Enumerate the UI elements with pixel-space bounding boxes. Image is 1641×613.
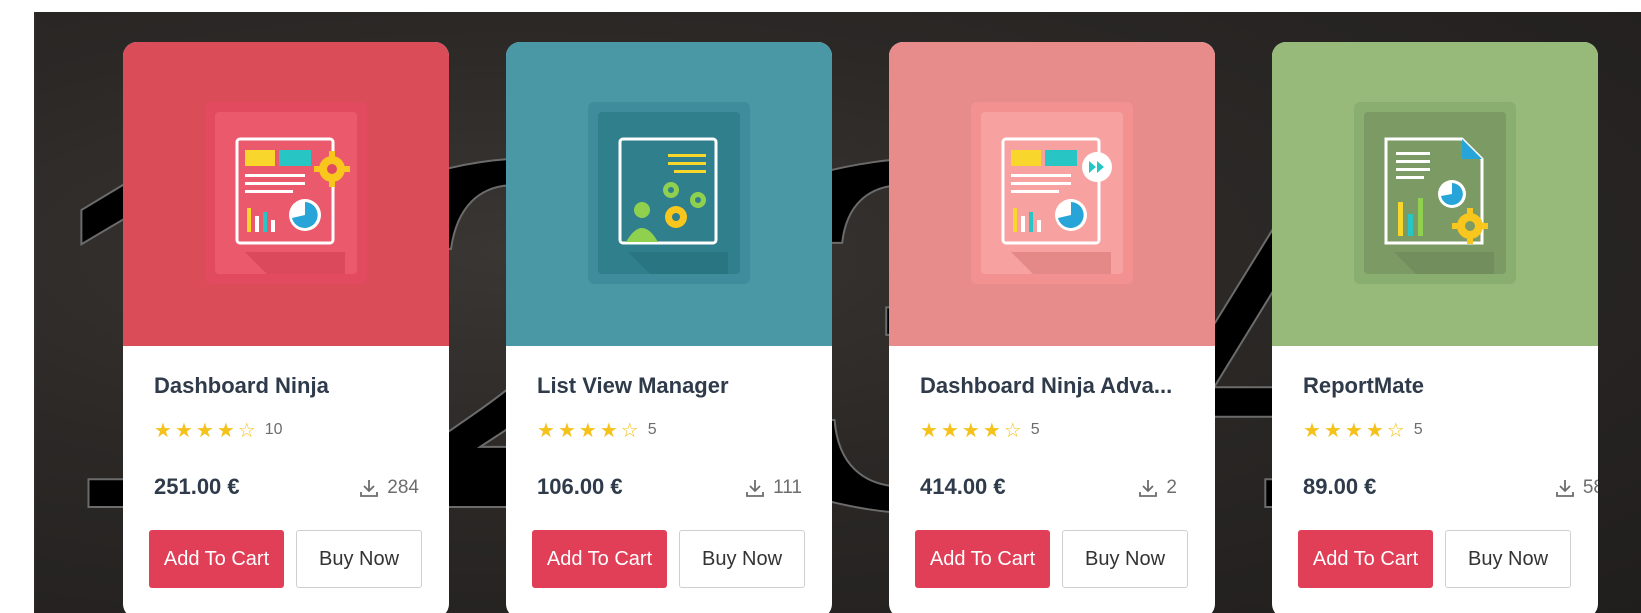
rating-count: 10 (264, 421, 283, 438)
buy-now-button[interactable]: Buy Now (1062, 530, 1188, 588)
card-header (889, 42, 1215, 346)
star-full-icon: ★ (940, 418, 959, 442)
star-half-icon: ☆ (1003, 418, 1022, 442)
star-full-icon: ★ (1303, 418, 1321, 442)
download-count: 284 (359, 477, 419, 499)
add-to-cart-button[interactable]: Add To Cart (915, 530, 1050, 588)
product-title[interactable]: ReportMate (1303, 373, 1424, 399)
star-half-icon: ☆ (620, 418, 639, 442)
star-full-icon: ★ (174, 418, 193, 442)
list-user-gears-icon (588, 102, 750, 284)
product-title[interactable]: Dashboard Ninja (154, 373, 329, 399)
dashboard-fast-forward-icon (971, 102, 1133, 284)
product-card-dashboard-ninja-advanced[interactable]: Dashboard Ninja Adva... ★ ★ ★ ★ ☆ 5 414.… (889, 42, 1215, 613)
report-document-gear-icon (1354, 102, 1516, 284)
star-full-icon: ★ (1365, 418, 1384, 442)
product-price: 106.00 € (537, 474, 623, 499)
star-full-icon: ★ (920, 418, 938, 442)
star-full-icon: ★ (961, 418, 980, 442)
product-card-reportmate[interactable]: ReportMate ★ ★ ★ ★ ☆ 5 89.00 € 58 Add To… (1272, 42, 1598, 613)
buy-now-button[interactable]: Buy Now (679, 530, 805, 588)
product-price: 251.00 € (154, 474, 240, 499)
product-title[interactable]: List View Manager (537, 373, 729, 399)
buy-now-button[interactable]: Buy Now (1445, 530, 1571, 588)
add-to-cart-button[interactable]: Add To Cart (532, 530, 667, 588)
dark-background: 1 2 3 4 (34, 12, 1641, 613)
download-count: 111 (745, 477, 802, 499)
rating-count: 5 (1030, 421, 1040, 438)
star-rating: ★ ★ ★ ★ ☆ 5 (537, 420, 657, 440)
star-half-icon: ☆ (1386, 418, 1405, 442)
star-full-icon: ★ (599, 418, 618, 442)
star-full-icon: ★ (1323, 418, 1342, 442)
download-icon (1555, 480, 1574, 497)
star-rating: ★ ★ ★ ★ ☆ 5 (1303, 420, 1423, 440)
download-icon (746, 480, 765, 497)
star-rating: ★ ★ ★ ★ ☆ 5 (920, 420, 1040, 440)
card-header (506, 42, 832, 346)
download-count: 58 (1555, 477, 1598, 499)
star-half-icon: ☆ (237, 418, 256, 442)
star-full-icon: ★ (154, 418, 172, 442)
dashboard-report-gear-icon (205, 102, 367, 284)
product-price: 414.00 € (920, 474, 1006, 499)
card-header (1272, 42, 1598, 346)
star-rating: ★ ★ ★ ★ ☆ 10 (154, 420, 282, 440)
card-header (123, 42, 449, 346)
star-full-icon: ★ (195, 418, 214, 442)
add-to-cart-button[interactable]: Add To Cart (1298, 530, 1433, 588)
star-full-icon: ★ (578, 418, 597, 442)
download-icon (360, 480, 379, 497)
download-count: 2 (1138, 477, 1177, 499)
star-full-icon: ★ (537, 418, 555, 442)
add-to-cart-button[interactable]: Add To Cart (149, 530, 284, 588)
buy-now-button[interactable]: Buy Now (296, 530, 422, 588)
download-count-value: 111 (773, 477, 802, 498)
product-card-list-view-manager[interactable]: List View Manager ★ ★ ★ ★ ☆ 5 106.00 € 1… (506, 42, 832, 613)
download-count-value: 58 (1582, 477, 1598, 498)
rating-count: 5 (647, 421, 657, 438)
product-card-dashboard-ninja[interactable]: Dashboard Ninja ★ ★ ★ ★ ☆ 10 251.00 € 28… (123, 42, 449, 613)
star-full-icon: ★ (1344, 418, 1363, 442)
download-icon (1139, 480, 1158, 497)
product-title[interactable]: Dashboard Ninja Adva... (920, 373, 1172, 399)
star-full-icon: ★ (982, 418, 1001, 442)
download-count-value: 284 (387, 477, 419, 498)
product-price: 89.00 € (1303, 474, 1377, 499)
star-full-icon: ★ (216, 418, 235, 442)
download-count-value: 2 (1166, 477, 1177, 498)
star-full-icon: ★ (557, 418, 576, 442)
rating-count: 5 (1413, 421, 1423, 438)
